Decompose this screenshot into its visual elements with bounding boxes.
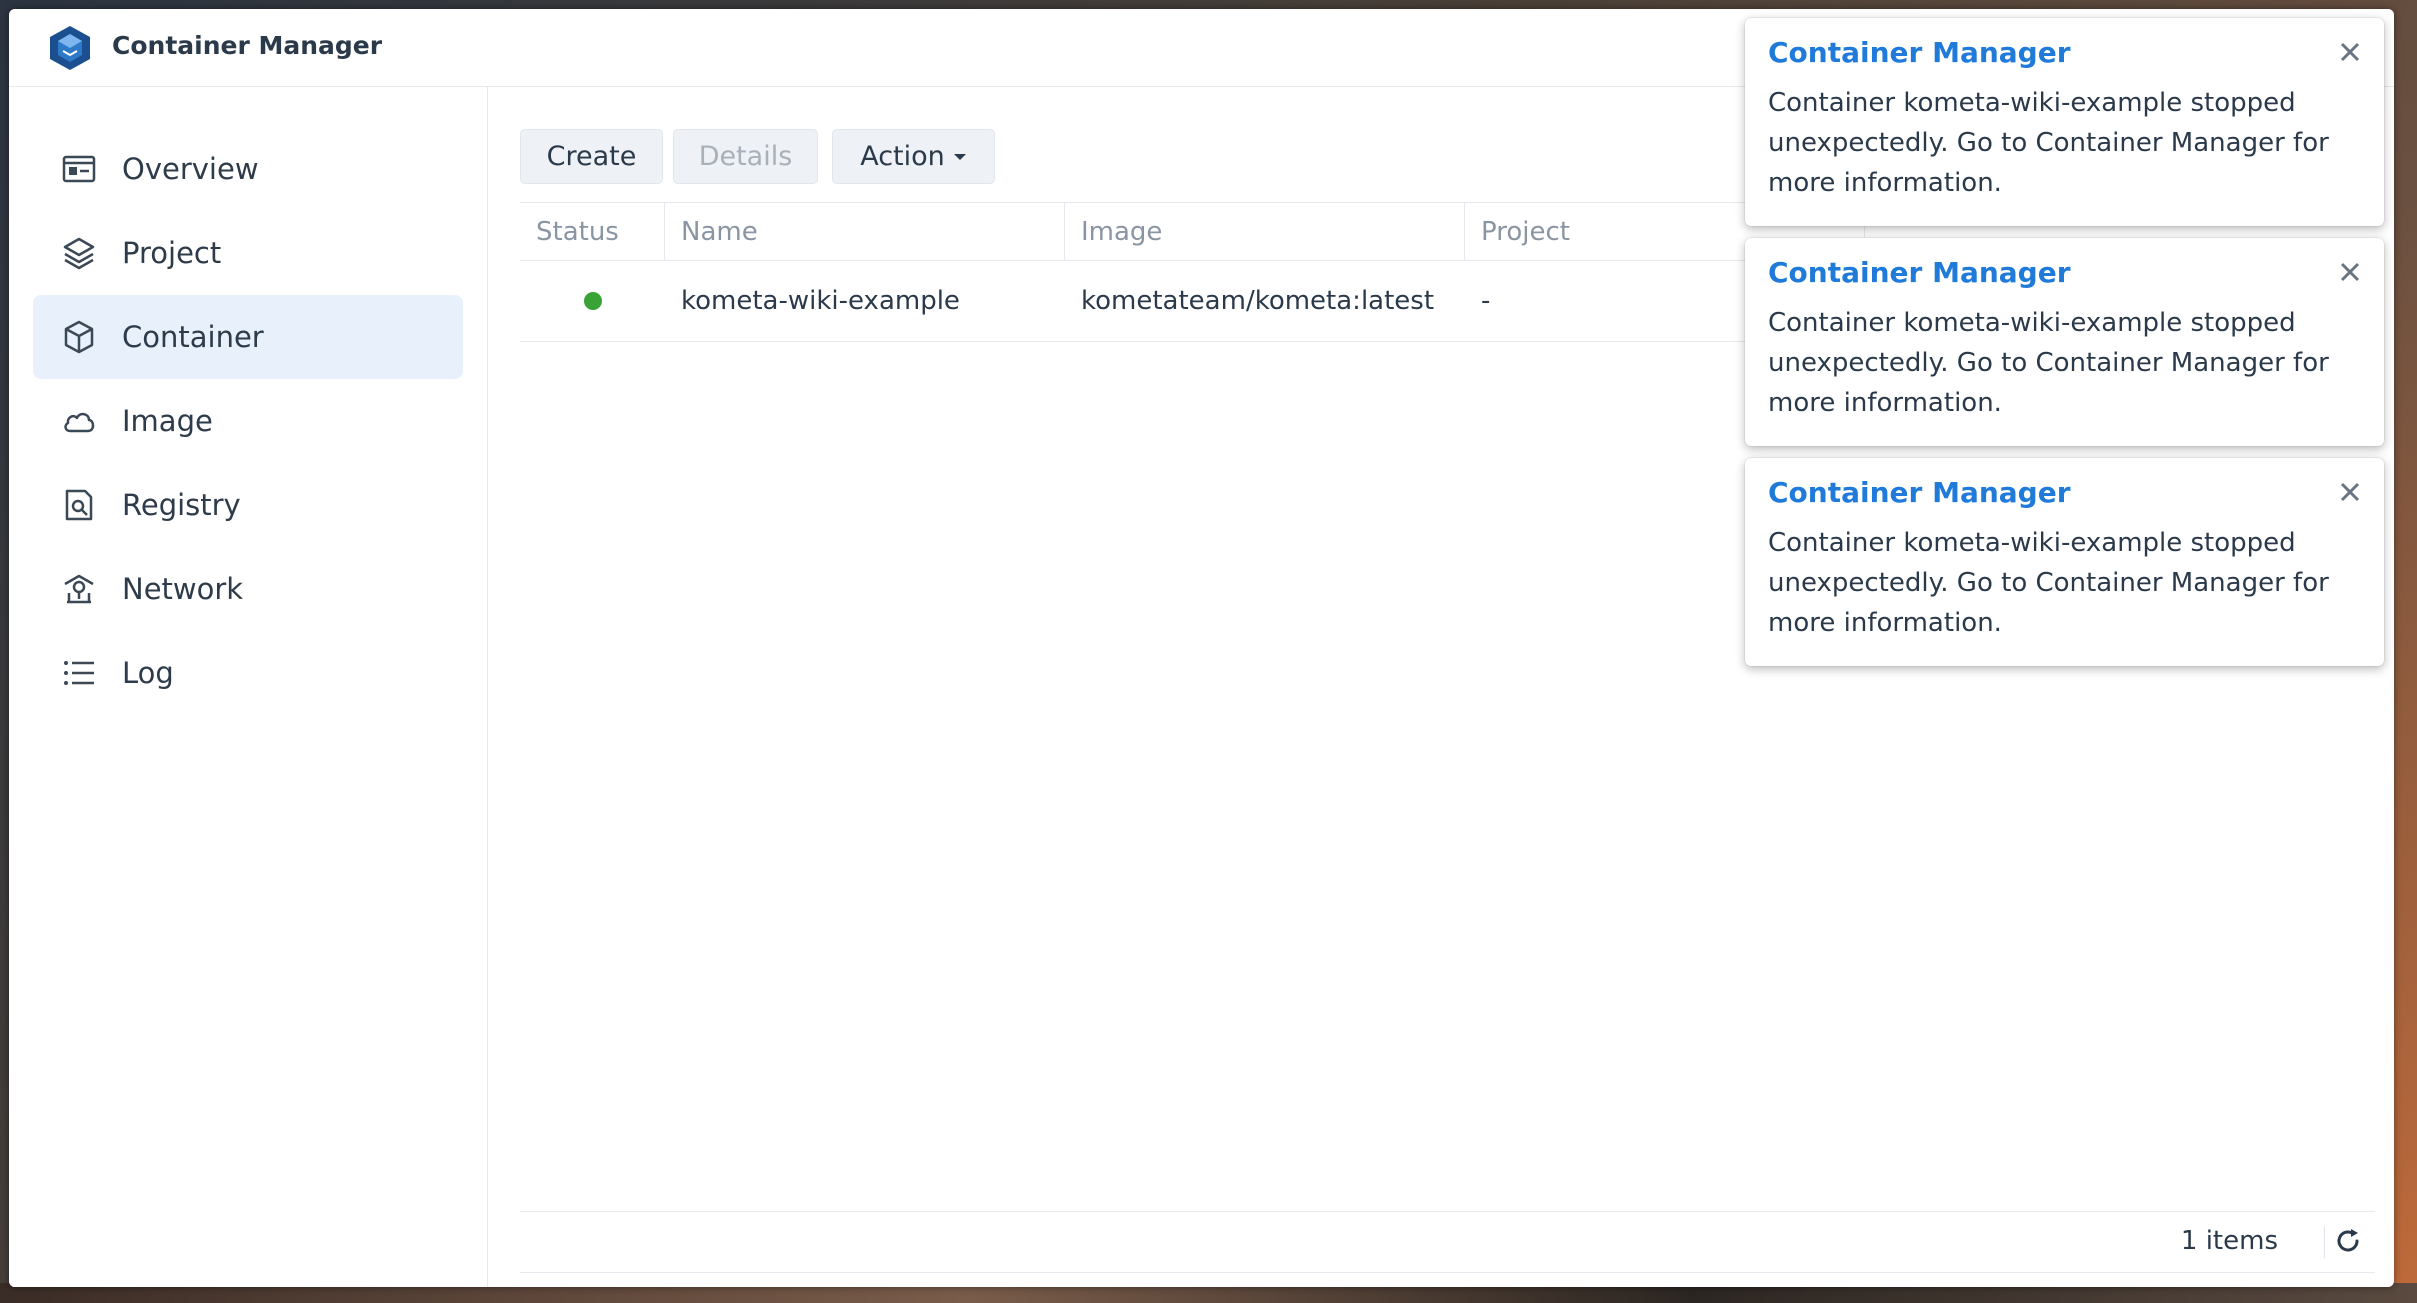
- name-cell: kometa-wiki-example: [681, 286, 960, 316]
- notification-toast[interactable]: Container Manager Container kometa-wiki-…: [1745, 18, 2384, 226]
- sidebar-item-image[interactable]: Image: [33, 379, 463, 463]
- sidebar-item-label: Project: [122, 236, 222, 270]
- image-cell: kometateam/kometa:latest: [1081, 286, 1435, 316]
- network-icon: [64, 574, 94, 604]
- toast-message: Container kometa-wiki-example stopped un…: [1768, 528, 2329, 638]
- window-title: Container Manager: [112, 31, 383, 60]
- toast-message: Container kometa-wiki-example stopped un…: [1768, 308, 2329, 418]
- close-icon[interactable]: [2336, 478, 2364, 506]
- toast-title[interactable]: Container Manager: [1768, 476, 2071, 509]
- sidebar-item-overview[interactable]: Overview: [33, 127, 463, 211]
- notification-toast[interactable]: Container Manager Container kometa-wiki-…: [1745, 458, 2384, 666]
- sidebar-item-container[interactable]: Container: [33, 295, 463, 379]
- action-label: Action: [860, 141, 945, 172]
- notification-toast[interactable]: Container Manager Container kometa-wiki-…: [1745, 238, 2384, 446]
- sidebar: Overview Project Container Image Registr…: [9, 87, 488, 1287]
- caret-down-icon: [953, 153, 966, 160]
- sidebar-item-label: Overview: [122, 152, 259, 186]
- details-button[interactable]: Details: [673, 129, 818, 184]
- item-count: 1 items: [2180, 1226, 2278, 1256]
- sidebar-item-project[interactable]: Project: [33, 211, 463, 295]
- toast-message: Container kometa-wiki-example stopped un…: [1768, 88, 2329, 198]
- toast-title[interactable]: Container Manager: [1768, 36, 2071, 69]
- container-icon: [64, 320, 94, 354]
- sidebar-item-label: Container: [122, 320, 264, 354]
- overview-icon: [62, 155, 96, 183]
- container-manager-logo-icon: [50, 26, 90, 70]
- registry-icon: [65, 489, 93, 521]
- footer-divider: [2324, 1226, 2325, 1258]
- create-button[interactable]: Create: [520, 129, 663, 184]
- toast-title[interactable]: Container Manager: [1768, 256, 2071, 289]
- refresh-icon[interactable]: [2333, 1226, 2363, 1256]
- close-icon[interactable]: [2336, 38, 2364, 66]
- close-icon[interactable]: [2336, 258, 2364, 286]
- table-footer: 1 items: [520, 1211, 2375, 1273]
- column-header-status[interactable]: Status: [520, 203, 665, 260]
- sidebar-item-label: Registry: [122, 488, 241, 522]
- action-dropdown-button[interactable]: Action: [832, 129, 995, 184]
- sidebar-item-label: Image: [122, 404, 213, 438]
- project-icon: [63, 237, 95, 270]
- column-header-image[interactable]: Image: [1065, 203, 1465, 260]
- log-list-icon: [64, 661, 94, 685]
- sidebar-item-registry[interactable]: Registry: [33, 463, 463, 547]
- sidebar-item-log[interactable]: Log: [33, 631, 463, 715]
- sidebar-item-label: Network: [122, 572, 244, 606]
- status-running-dot: [584, 292, 602, 310]
- image-cloud-icon: [64, 412, 95, 433]
- column-header-name[interactable]: Name: [665, 203, 1065, 260]
- sidebar-item-label: Log: [122, 656, 174, 690]
- status-cell: [520, 261, 665, 341]
- sidebar-item-network[interactable]: Network: [33, 547, 463, 631]
